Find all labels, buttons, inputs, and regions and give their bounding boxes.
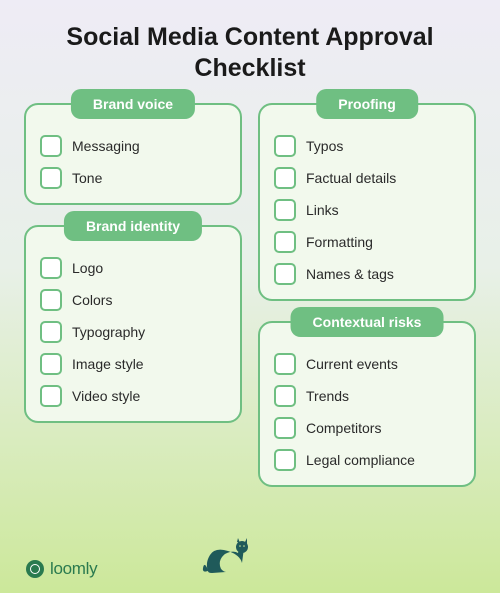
- brand-name: loomly: [50, 559, 97, 579]
- item-label: Typography: [72, 324, 145, 340]
- checkbox[interactable]: [274, 353, 296, 375]
- brand-identity-section: Brand identity Logo Colors Typography Im…: [24, 225, 242, 423]
- item-label: Image style: [72, 356, 144, 372]
- item-label: Colors: [72, 292, 112, 308]
- checklist-columns: Brand voice Messaging Tone Brand identit…: [0, 95, 500, 487]
- item-label: Links: [306, 202, 339, 218]
- list-item: Tone: [40, 167, 226, 189]
- proofing-section: Proofing Typos Factual details Links For…: [258, 103, 476, 301]
- list-item: Video style: [40, 385, 226, 407]
- checklist: Typos Factual details Links Formatting N…: [274, 135, 460, 285]
- checkbox[interactable]: [40, 385, 62, 407]
- section-header: Brand voice: [71, 89, 195, 119]
- list-item: Messaging: [40, 135, 226, 157]
- item-label: Current events: [306, 356, 398, 372]
- section-header: Brand identity: [64, 211, 202, 241]
- item-label: Factual details: [306, 170, 396, 186]
- item-label: Typos: [306, 138, 343, 154]
- item-label: Legal compliance: [306, 452, 415, 468]
- checkbox[interactable]: [40, 257, 62, 279]
- page-title: Social Media Content Approval Checklist: [0, 0, 500, 95]
- list-item: Legal compliance: [274, 449, 460, 471]
- list-item: Trends: [274, 385, 460, 407]
- list-item: Typos: [274, 135, 460, 157]
- right-column: Proofing Typos Factual details Links For…: [258, 103, 476, 487]
- contextual-risks-section: Contextual risks Current events Trends C…: [258, 321, 476, 487]
- checklist: Current events Trends Competitors Legal …: [274, 353, 460, 471]
- checkbox[interactable]: [274, 449, 296, 471]
- item-label: Formatting: [306, 234, 373, 250]
- checkbox[interactable]: [274, 167, 296, 189]
- checklist: Messaging Tone: [40, 135, 226, 189]
- list-item: Names & tags: [274, 263, 460, 285]
- checkbox[interactable]: [40, 353, 62, 375]
- item-label: Names & tags: [306, 266, 394, 282]
- item-label: Tone: [72, 170, 102, 186]
- checkbox[interactable]: [274, 199, 296, 221]
- list-item: Competitors: [274, 417, 460, 439]
- list-item: Colors: [40, 289, 226, 311]
- section-header: Proofing: [316, 89, 418, 119]
- cat-illustration: [200, 533, 255, 583]
- item-label: Competitors: [306, 420, 381, 436]
- list-item: Links: [274, 199, 460, 221]
- checkbox[interactable]: [40, 321, 62, 343]
- list-item: Logo: [40, 257, 226, 279]
- checkbox[interactable]: [274, 417, 296, 439]
- list-item: Typography: [40, 321, 226, 343]
- checkbox[interactable]: [40, 289, 62, 311]
- item-label: Logo: [72, 260, 103, 276]
- checkbox[interactable]: [40, 167, 62, 189]
- checklist: Logo Colors Typography Image style Video…: [40, 257, 226, 407]
- checkbox[interactable]: [40, 135, 62, 157]
- brand-voice-section: Brand voice Messaging Tone: [24, 103, 242, 205]
- list-item: Current events: [274, 353, 460, 375]
- item-label: Trends: [306, 388, 349, 404]
- logo-icon: [26, 560, 44, 578]
- list-item: Formatting: [274, 231, 460, 253]
- item-label: Messaging: [72, 138, 140, 154]
- section-header: Contextual risks: [291, 307, 444, 337]
- item-label: Video style: [72, 388, 140, 404]
- checkbox[interactable]: [274, 385, 296, 407]
- checkbox[interactable]: [274, 231, 296, 253]
- list-item: Image style: [40, 353, 226, 375]
- checkbox[interactable]: [274, 263, 296, 285]
- left-column: Brand voice Messaging Tone Brand identit…: [24, 103, 242, 487]
- list-item: Factual details: [274, 167, 460, 189]
- brand-footer: loomly: [26, 559, 97, 579]
- checkbox[interactable]: [274, 135, 296, 157]
